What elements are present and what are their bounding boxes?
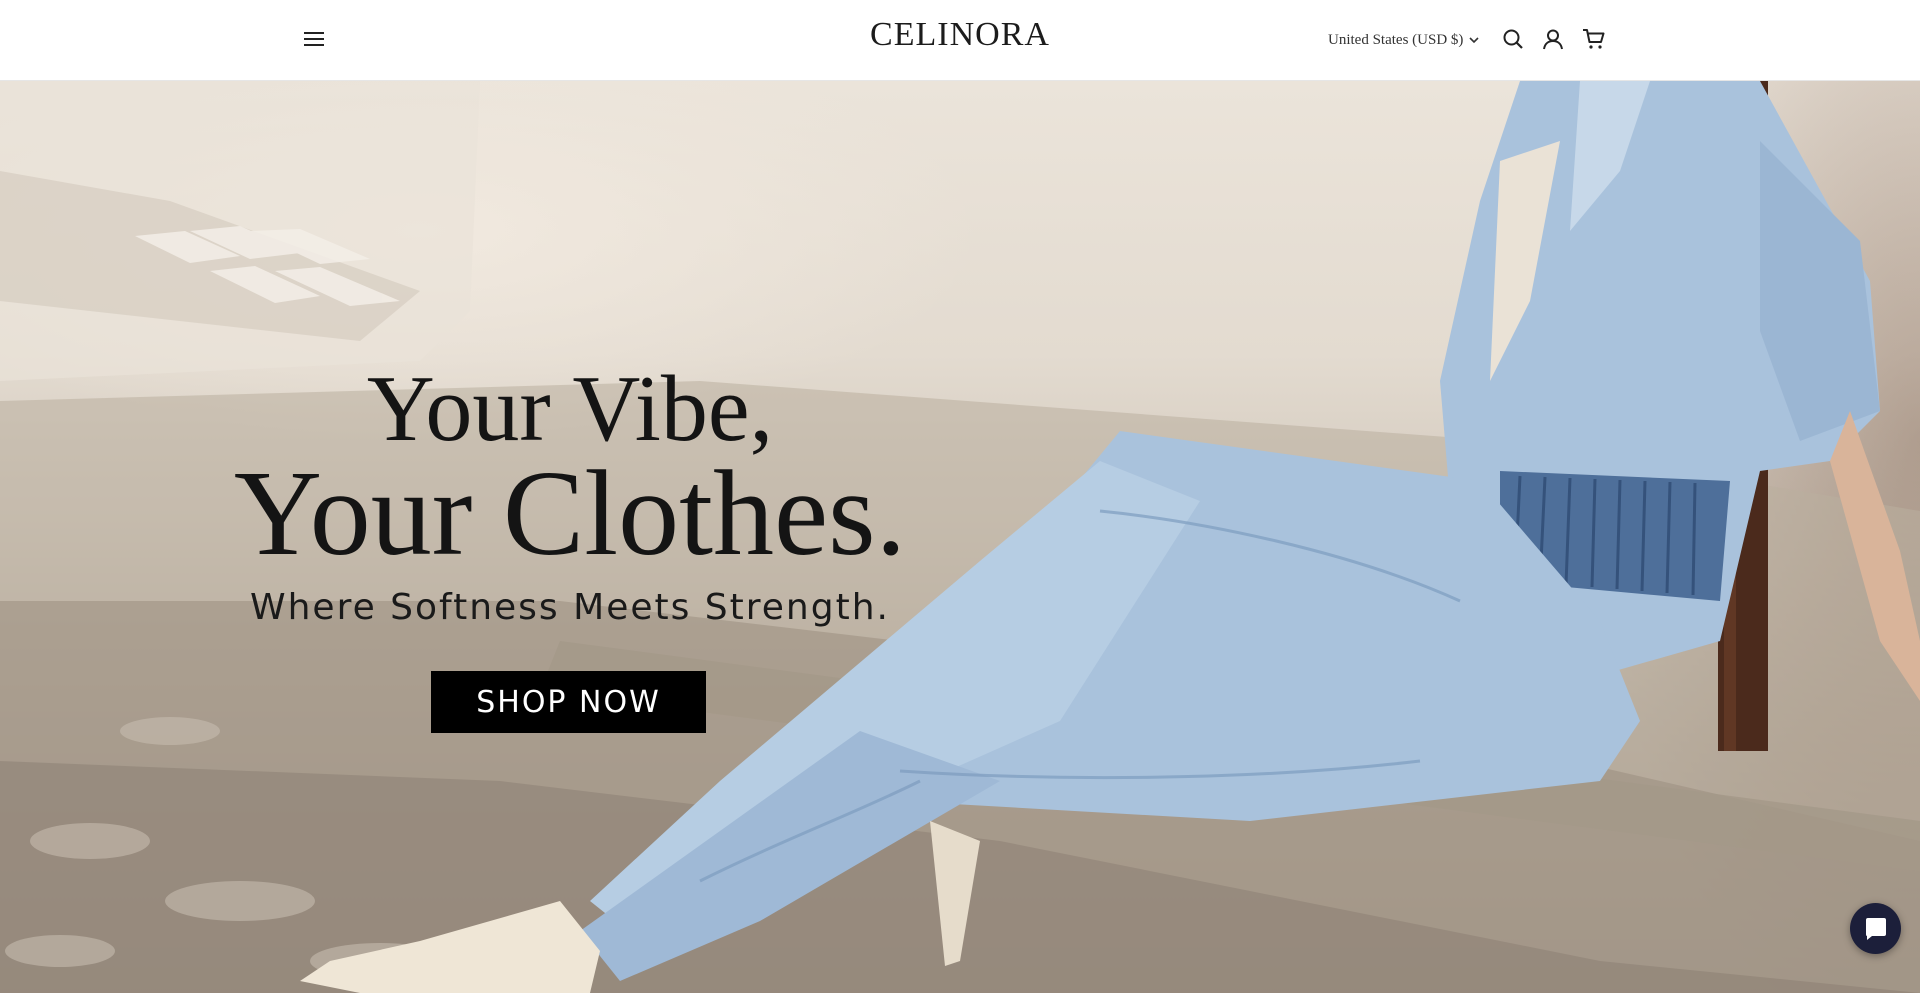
hero-title-line-2: Your Clothes. (233, 446, 907, 581)
cart-button[interactable] (1580, 25, 1608, 53)
chat-icon (1865, 917, 1886, 940)
brand-logo[interactable]: CELINORA (860, 16, 1060, 54)
hero-banner: Your Vibe, Your Clothes. Where Softness … (0, 81, 1920, 993)
site-header: CELINORA United States (USD $) (0, 0, 1920, 81)
hero-tagline: Where Softness Meets Strength. (250, 587, 890, 628)
menu-icon (304, 32, 324, 46)
shop-now-label: SHOP NOW (476, 684, 661, 720)
hero-title-line-1: Your Vibe, (366, 357, 774, 461)
chat-widget-button[interactable] (1850, 903, 1901, 954)
country-selector[interactable]: United States (USD $) (1328, 28, 1479, 52)
shop-now-button[interactable]: SHOP NOW (431, 671, 706, 733)
hero-headline: Your Vibe, Your Clothes. Where Softness … (230, 361, 910, 628)
country-selector-label: United States (USD $) (1328, 31, 1464, 48)
account-button[interactable] (1539, 25, 1567, 53)
account-icon (1543, 29, 1563, 50)
chevron-down-icon (1469, 37, 1479, 44)
menu-button[interactable] (300, 27, 328, 51)
cart-icon (1583, 29, 1605, 49)
search-icon (1503, 29, 1523, 49)
search-button[interactable] (1499, 25, 1527, 53)
